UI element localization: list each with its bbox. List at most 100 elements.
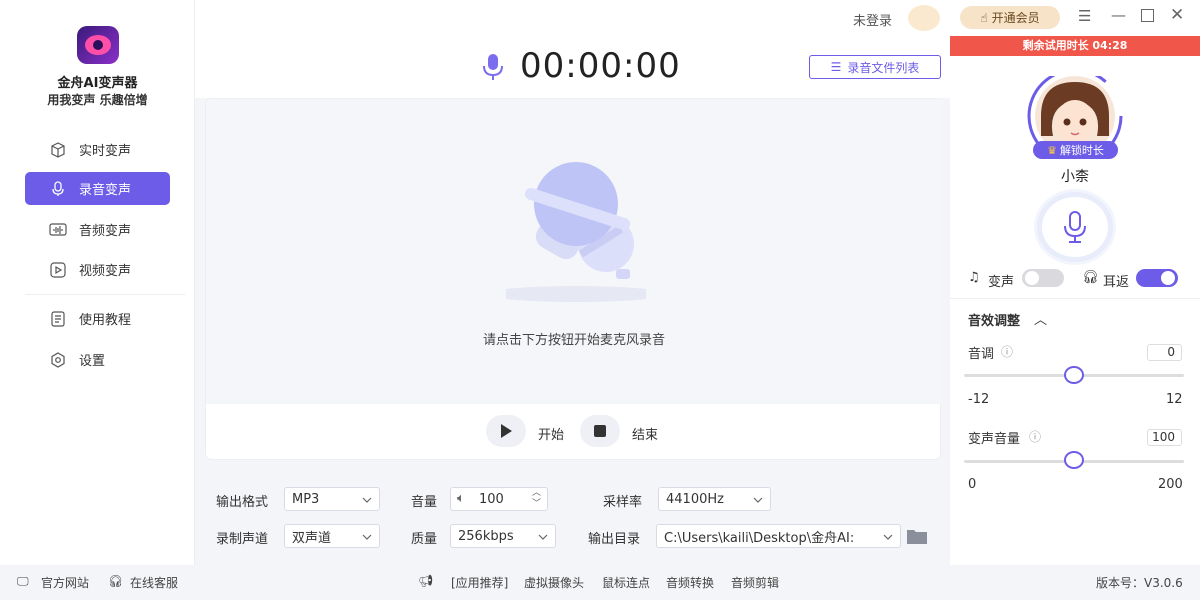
folder-icon[interactable] [906,527,928,545]
sample-rate-label: 采样率 [603,495,643,510]
volume-stepper[interactable]: 🔈︎ 100 ︿ ﹀ [450,487,548,511]
chevron-down-icon [753,494,763,509]
output-dir-label: 输出目录 [588,532,641,547]
pitch-value-box[interactable]: 0 [1147,344,1182,361]
audio-wave-icon [49,221,67,239]
pitch-slider-knob[interactable] [1064,366,1084,384]
sample-rate-select[interactable]: 44100Hz [658,487,771,511]
start-button[interactable] [486,415,526,447]
sidebar: 金舟AI变声器 用我变声 乐趣倍增 实时变声 录音变声 音频变声 视频变声 使用… [0,0,195,565]
footer-link-camera[interactable]: 虚拟摄像头 [524,574,584,591]
sidebar-item-tutorial[interactable]: 使用教程 [25,302,170,335]
sidebar-item-audio[interactable]: 音频变声 [25,213,170,246]
mic-toggle-button[interactable] [1042,197,1108,257]
help-icon[interactable]: ⓘ [1029,428,1041,445]
output-format-select[interactable]: MP3 [284,487,380,511]
music-note-icon: ♫ [968,270,980,285]
voice-volume-value-box[interactable]: 100 [1147,429,1182,446]
footer-link-convert[interactable]: 音频转换 [666,574,714,591]
quality-label: 质量 [411,532,438,547]
record-panel: 请点击下方按钮开始麦克风录音 开始 结束 [205,98,942,460]
output-dir-select[interactable]: C:\Users\kaili\Desktop\金舟AI: [656,524,901,548]
pitch-min-label: -12 [968,392,990,407]
gear-icon [49,351,67,369]
speaker-icon: 🔈︎ [457,491,465,506]
record-hint: 请点击下方按钮开始麦克风录音 [482,333,665,348]
sidebar-item-record[interactable]: 录音变声 [25,172,170,205]
headphone-icon: 🎧︎ [1082,270,1099,285]
channel-select[interactable]: 双声道 [284,524,380,548]
voice-volume-max-label: 200 [1158,477,1183,492]
menu-icon[interactable]: ☰ [1078,7,1091,25]
microphone-icon [482,53,504,85]
chevron-down-icon [362,494,372,509]
book-icon [49,310,67,328]
voice-change-toggle[interactable] [1022,269,1064,287]
close-icon[interactable]: ✕ [1170,5,1184,25]
volume-label: 音量 [411,495,438,510]
maximize-icon[interactable] [1141,9,1154,22]
sidebar-item-label: 音频变声 [79,224,132,239]
chevron-down-icon [883,531,893,546]
crown-icon: ☝ [980,10,988,25]
voice-volume-label: 变声音量 [968,432,1021,447]
sidebar-item-label: 录音变声 [79,183,132,198]
stop-button[interactable] [580,415,620,447]
microphone-illustration-icon [506,162,646,302]
footer-link-edit[interactable]: 音频剪辑 [731,574,779,591]
ear-return-label: 耳返 [1103,275,1130,290]
voice-volume-min-label: 0 [968,477,977,492]
logo-eye-icon [85,35,111,55]
sidebar-item-label: 视频变声 [79,264,132,279]
footer: 🖵︎ 官方网站 🎧︎ 在线客服 📢︎ [应用推荐] 虚拟摄像头 鼠标连点 音频转… [0,565,1200,600]
play-icon [501,424,512,438]
output-format-label: 输出格式 [216,495,269,510]
quality-select[interactable]: 256kbps [450,524,556,548]
website-link[interactable]: 官方网站 [41,574,89,591]
microphone-icon [1064,211,1086,243]
stepper-arrows-icon[interactable]: ︿ ﹀ [532,488,541,510]
monitor-icon: 🖵︎ [17,574,29,588]
help-icon[interactable]: ⓘ [1001,343,1013,360]
recording-timer: 00:00:00 [520,46,681,86]
cube-icon [49,141,67,159]
sidebar-item-settings[interactable]: 设置 [25,343,170,376]
recommend-label: [应用推荐] [451,576,509,590]
vip-button[interactable]: ☝ 开通会员 [960,6,1060,29]
unlock-duration-badge[interactable]: ♛ 解锁时长 [1033,141,1118,159]
pitch-max-label: 12 [1166,392,1183,407]
file-list-button[interactable]: ☰ 录音文件列表 [809,55,941,79]
megaphone-icon: 📢︎ [418,574,434,588]
voice-name: 小柰 [1061,169,1089,185]
voice-volume-slider-knob[interactable] [1064,451,1084,469]
start-label: 开始 [538,428,565,443]
sidebar-item-video[interactable]: 视频变声 [25,253,170,286]
service-link[interactable]: 在线客服 [130,574,178,591]
effects-title: 音效调整 [968,314,1021,329]
pitch-label: 音调 [968,347,995,362]
app-title: 金舟AI变声器 [57,76,138,91]
sidebar-item-label: 设置 [79,354,106,369]
ear-return-toggle[interactable] [1136,269,1178,287]
sidebar-divider [25,294,185,295]
stop-label: 结束 [632,428,659,443]
chevron-down-icon [362,531,372,546]
panel-divider [950,298,1200,299]
user-avatar[interactable] [908,5,940,31]
record-illustration-area: 请点击下方按钮开始麦克风录音 [206,99,942,404]
voice-change-label: 变声 [988,275,1015,290]
login-status[interactable]: 未登录 [853,10,892,29]
stop-icon [594,425,606,437]
chevron-up-icon[interactable]: ︿ [1034,309,1047,328]
sidebar-item-label: 实时变声 [79,144,132,159]
trial-banner: 剩余试用时长 04:28 [950,36,1200,56]
sidebar-item-label: 使用教程 [79,313,132,328]
sidebar-item-realtime[interactable]: 实时变声 [25,133,170,166]
headset-icon: 🎧︎ [108,574,124,588]
footer-link-clicker[interactable]: 鼠标连点 [602,574,650,591]
minimize-icon[interactable]: — [1111,6,1126,24]
crown-icon: ♛ [1047,143,1057,157]
microphone-icon [49,180,67,198]
app-logo [77,26,119,64]
video-play-icon [49,261,67,279]
